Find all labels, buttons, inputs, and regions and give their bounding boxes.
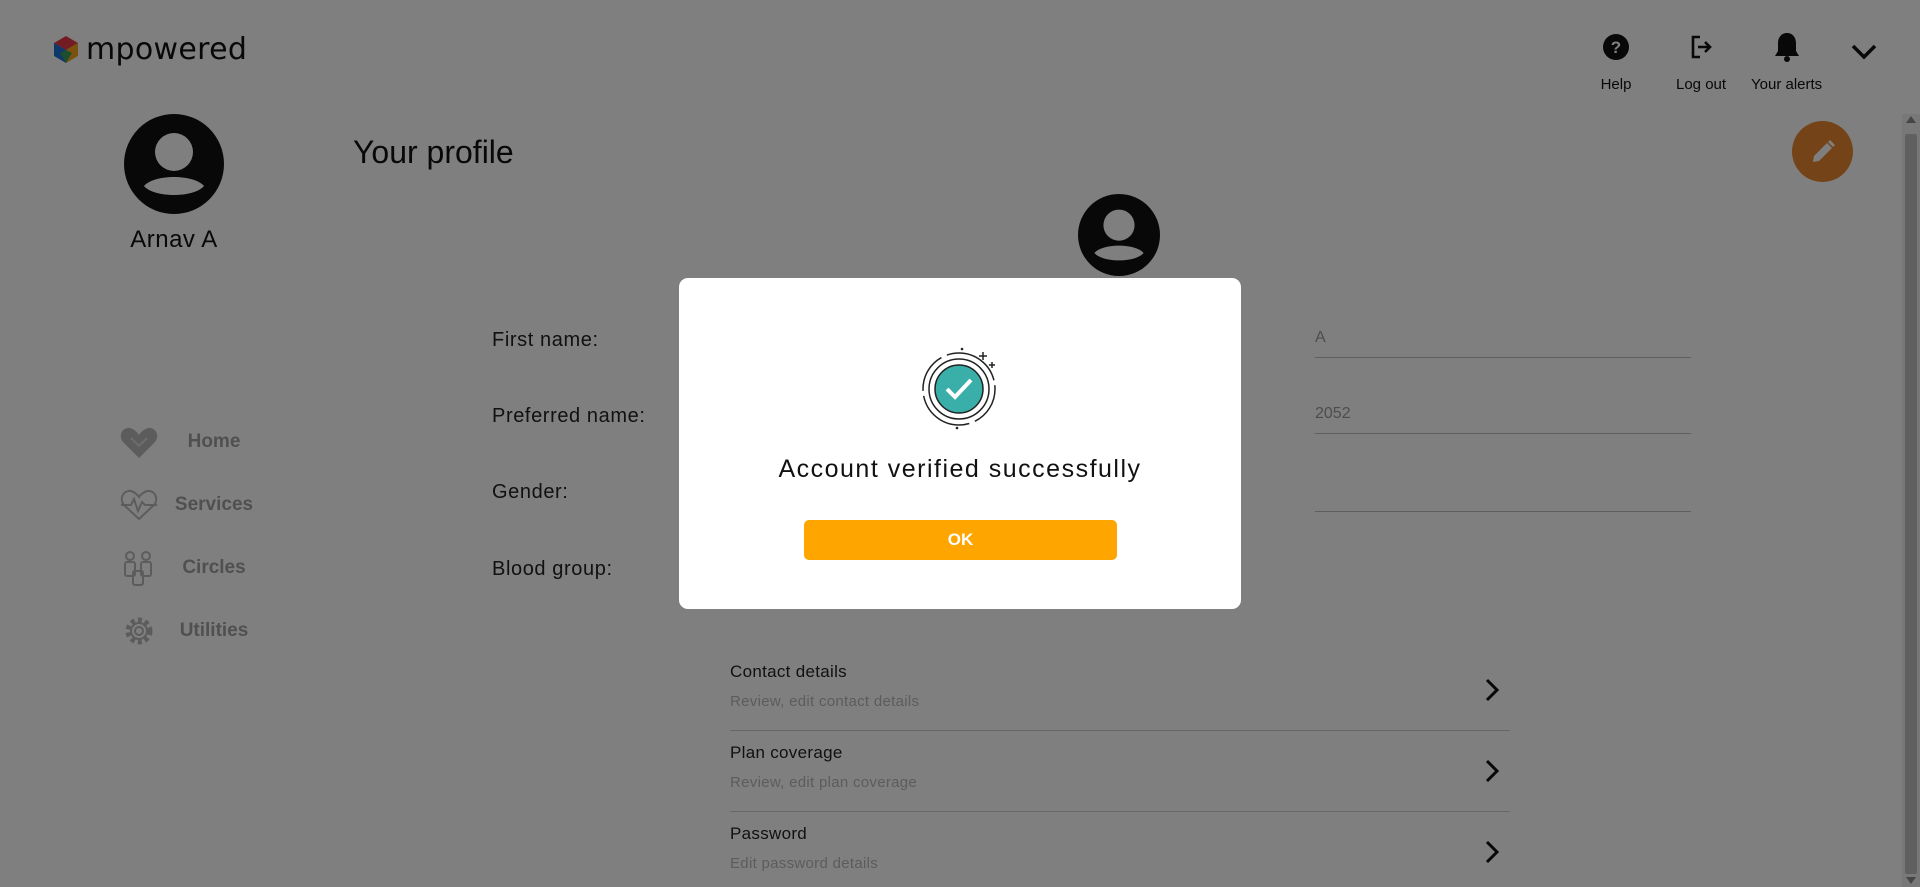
verification-dialog: Account verified successfully OK: [679, 278, 1241, 609]
ok-button[interactable]: OK: [804, 520, 1117, 560]
success-check-icon: [922, 347, 996, 430]
dialog-message: Account verified successfully: [778, 455, 1142, 483]
